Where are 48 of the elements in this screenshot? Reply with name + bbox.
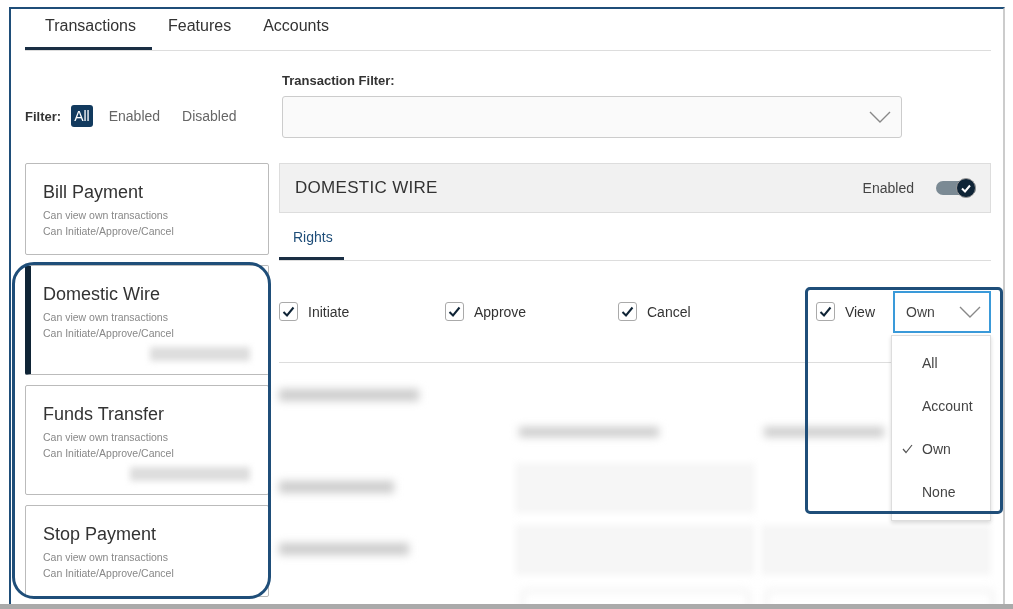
status-label: Enabled (862, 180, 914, 196)
card-title: Bill Payment (43, 182, 145, 203)
tab[interactable]: Features (160, 9, 248, 50)
card-title: Funds Transfer (43, 404, 166, 425)
dropdown-option[interactable]: Account (922, 398, 973, 414)
transaction-card[interactable]: Stop Payment Can view own transactions Can Initiate/Approve/Cancel (25, 505, 269, 597)
card-description: Can view own transactions (43, 430, 169, 445)
checkbox[interactable] (445, 302, 464, 321)
card-description: Can view own transactions (43, 550, 169, 565)
check-icon (961, 183, 971, 193)
checkbox-label: Cancel (647, 303, 691, 320)
card-description: Can Initiate/Approve/Cancel (43, 326, 175, 341)
card-description: Can view own transactions (43, 208, 169, 223)
filter-option[interactable]: Disabled (176, 105, 243, 127)
card-description: Can Initiate/Approve/Cancel (43, 446, 175, 461)
tab[interactable]: Transactions (25, 9, 152, 50)
checkbox[interactable] (815, 302, 835, 321)
filter-option[interactable]: All (71, 105, 93, 127)
check-icon (282, 306, 295, 317)
chevron-down-icon (959, 305, 981, 318)
dropdown-option[interactable]: All (922, 355, 938, 371)
checkbox-label: Initiate (308, 303, 350, 320)
checkbox[interactable] (618, 302, 637, 321)
checkbox-label: Approve (474, 303, 527, 320)
detail-title: DOMESTIC WIRE (295, 178, 439, 198)
transaction-card[interactable]: Domestic Wire Can view own transactions Can Initiate/Approve/Cancel (25, 265, 269, 375)
tab[interactable]: Accounts (255, 9, 345, 50)
dropdown-option[interactable]: Own (922, 441, 951, 457)
checkbox[interactable] (279, 302, 298, 321)
card-title: Domestic Wire (43, 284, 161, 305)
card-description: Can view own transactions (43, 310, 169, 325)
checkbox-label: View (844, 303, 875, 320)
tab[interactable]: Rights (279, 223, 344, 260)
filter-label: Filter: (25, 108, 62, 124)
transaction-card[interactable]: Funds Transfer Can view own transactions Can Initiate/Approve/Cancel (25, 385, 269, 495)
chevron-down-icon (869, 111, 891, 123)
view-select[interactable]: Own (893, 290, 991, 333)
transaction-card[interactable]: Bill Payment Can view own transactions Can Initiate/Approve/Cancel (25, 163, 269, 255)
card-title: Stop Payment (43, 524, 158, 545)
card-description: Can Initiate/Approve/Cancel (43, 224, 175, 239)
dropdown-option[interactable]: None (922, 484, 956, 500)
card-description: Can Initiate/Approve/Cancel (43, 566, 175, 581)
check-icon (448, 306, 461, 317)
transaction-filter-label: Transaction Filter: (282, 73, 396, 88)
check-icon (818, 306, 832, 317)
filter-option[interactable]: Enabled (102, 105, 167, 127)
check-icon (621, 306, 634, 317)
enabled-toggle[interactable] (936, 181, 976, 195)
